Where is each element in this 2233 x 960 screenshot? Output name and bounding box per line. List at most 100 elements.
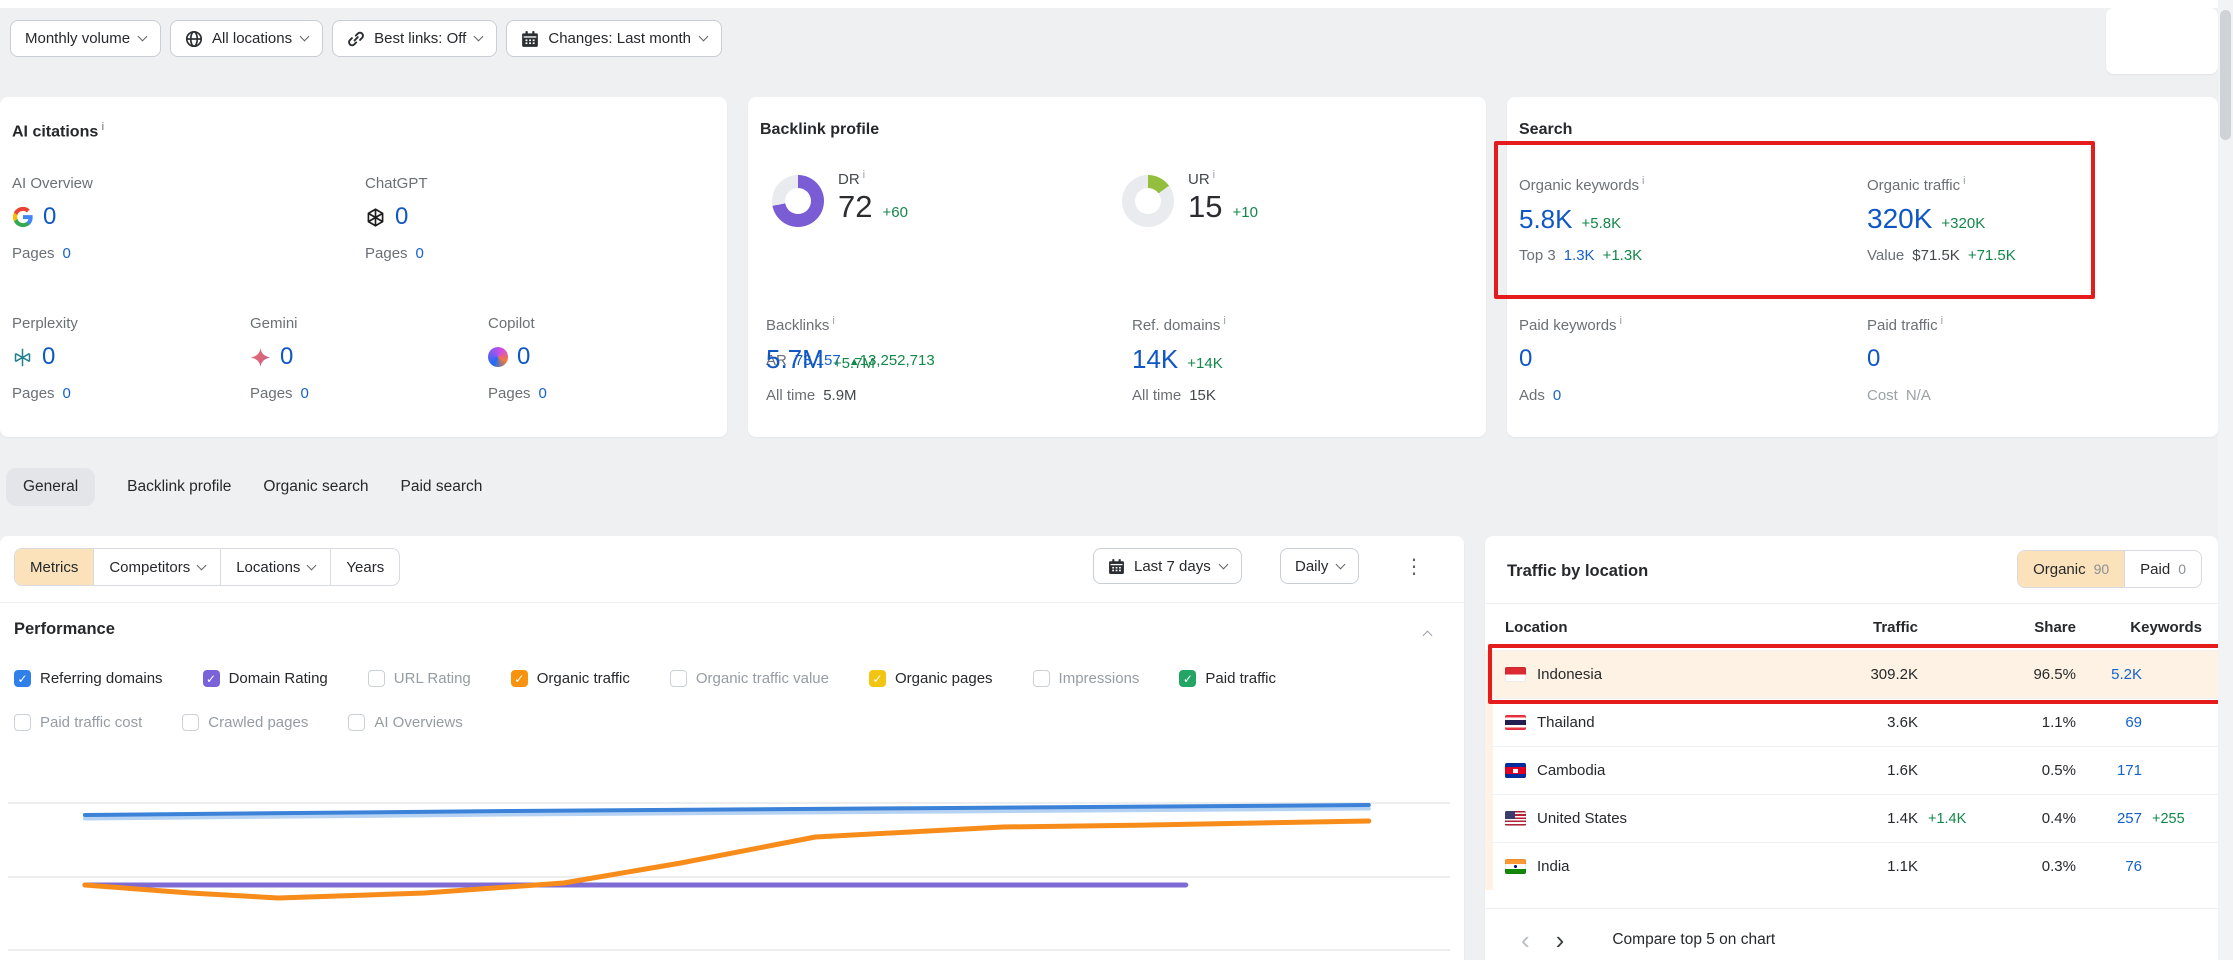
chart-controls-seggroup: Metrics Competitors Locations Years [14,548,400,586]
metric-ai-overviews[interactable]: AI Overviews [348,714,462,731]
info-icon[interactable]: i [1941,315,1943,327]
organic-keywords-delta: +5.8K [1582,215,1622,232]
metric-organic-traffic[interactable]: ✓Organic traffic [511,670,630,687]
compare-top5-label[interactable]: Compare top 5 on chart [1612,931,1775,949]
ads-value-link[interactable]: 0 [1553,387,1561,404]
organic-keywords-value[interactable]: 5.8K [1519,204,1573,234]
chevron-down-icon [197,560,207,570]
tab-backlink-profile[interactable]: Backlink profile [127,468,231,506]
ref-domains-value[interactable]: 14K [1132,344,1178,374]
metric-domain-rating[interactable]: ✓Domain Rating [203,670,328,687]
dr-donut-chart [772,175,824,227]
organic-toggle[interactable]: Organic90 [2018,551,2124,587]
info-icon[interactable]: i [1642,175,1644,187]
keywords-link[interactable]: 171 [2076,762,2142,779]
prev-page-arrow[interactable]: ‹ [1521,927,1530,953]
info-icon[interactable]: i [101,121,104,133]
metric-impressions[interactable]: Impressions [1033,670,1140,687]
pages-value-link[interactable]: 0 [63,385,71,402]
globe-icon [185,30,203,48]
keywords-link[interactable]: 257 [2076,810,2142,827]
date-range-label: Last 7 days [1134,558,1211,575]
metric-paid-traffic-cost[interactable]: Paid traffic cost [14,714,142,731]
pages-value-link[interactable]: 0 [301,385,309,402]
organic-traffic-delta: +320K [1941,215,1985,232]
checkbox: ✓ [14,670,31,687]
share-column-header[interactable]: Share [1980,619,2076,636]
keywords-column-header[interactable]: Keywords [2076,619,2202,636]
value-amount: $71.5K [1912,247,1960,264]
chevron-down-icon [138,32,148,42]
table-row-india[interactable]: India 1.1K 0.3% 76 [1485,842,2218,890]
keywords-link[interactable]: 5.2K [2076,666,2142,683]
info-icon[interactable]: i [1620,315,1622,327]
gemini-icon [250,347,271,368]
metric-referring-domains[interactable]: ✓Referring domains [14,670,163,687]
locations-filter[interactable]: All locations [170,20,323,57]
table-row-united-states[interactable]: United States 1.4K +1.4K 0.4% 257 +255 [1485,794,2218,842]
traffic-value: 1.6K [1818,762,1918,779]
vertical-scrollbar[interactable] [2218,0,2233,960]
info-icon[interactable]: i [1963,175,1965,187]
flag-thailand-icon [1505,715,1526,730]
best-links-filter[interactable]: Best links: Off [332,20,497,57]
next-page-arrow[interactable]: › [1556,927,1565,953]
checkbox: ✓ [869,670,886,687]
pages-value-link[interactable]: 0 [63,245,71,262]
top3-value-link[interactable]: 1.3K [1564,247,1595,264]
metric-url-rating[interactable]: URL Rating [368,670,471,687]
collapse-chevron-icon[interactable] [1423,631,1433,641]
info-icon[interactable]: i [863,169,865,181]
metrics-segment[interactable]: Metrics [15,549,93,585]
filters-toolbar: Monthly volume All locations Best links:… [10,20,722,57]
tab-general[interactable]: General [6,468,95,506]
kebab-menu-icon[interactable]: ⋮ [1404,554,1424,579]
ref-domains-delta: +14K [1187,355,1222,372]
organic-keywords-block: Organic keywordsi 5.8K +5.8K Top 3 1.3K … [1519,175,1645,264]
location-column-header[interactable]: Location [1505,619,1818,636]
backlink-profile-card: Backlink profile DRi 72 +60 AR 73,157 ▲1… [748,97,1486,437]
date-range-button[interactable]: Last 7 days [1093,548,1242,584]
paid-toggle[interactable]: Paid0 [2124,551,2201,587]
pages-value-link[interactable]: 0 [416,245,424,262]
info-icon[interactable]: i [1223,315,1225,327]
metric-paid-traffic[interactable]: ✓Paid traffic [1179,670,1276,687]
info-icon[interactable]: i [1213,169,1215,181]
tab-paid-search[interactable]: Paid search [401,468,483,506]
copilot-icon [488,347,508,367]
granularity-label: Daily [1295,558,1328,575]
checkbox: ✓ [1179,670,1196,687]
share-value: 0.3% [1980,858,2076,875]
gemini-label: Gemini [250,315,309,332]
backlinks-value[interactable]: 5.7M [766,344,824,374]
keywords-link[interactable]: 76 [2076,858,2142,875]
performance-card: Metrics Competitors Locations Years Last… [0,536,1464,960]
granularity-button[interactable]: Daily [1280,548,1359,584]
divider [0,602,1464,603]
location-table-header: Location Traffic Share Keywords [1485,603,2218,650]
top-strip [0,0,2233,8]
pages-value-link[interactable]: 0 [539,385,547,402]
checkbox [14,714,31,731]
traffic-value: 1.4K [1818,810,1918,827]
share-value: 1.1% [1980,714,2076,731]
table-row-indonesia[interactable]: Indonesia 309.2K 96.5% 5.2K [1485,650,2218,698]
years-segment[interactable]: Years [330,549,399,585]
changes-filter[interactable]: Changes: Last month [506,20,722,57]
paid-keywords-block: Paid keywordsi 0 Ads0 [1519,315,1622,404]
scrollbar-thumb[interactable] [2220,10,2231,140]
competitors-segment[interactable]: Competitors [93,549,220,585]
alltime-label: All time [1132,387,1181,404]
metric-organic-traffic-value[interactable]: Organic traffic value [670,670,829,687]
keywords-link[interactable]: 69 [2076,714,2142,731]
table-row-thailand[interactable]: Thailand 3.6K 1.1% 69 [1485,698,2218,746]
info-icon[interactable]: i [832,315,834,327]
monthly-volume-filter[interactable]: Monthly volume [10,20,161,57]
traffic-column-header[interactable]: Traffic [1818,619,1918,636]
locations-segment[interactable]: Locations [220,549,330,585]
tab-organic-search[interactable]: Organic search [263,468,368,506]
metric-organic-pages[interactable]: ✓Organic pages [869,670,993,687]
organic-traffic-value[interactable]: 320K [1867,204,1932,234]
table-row-cambodia[interactable]: Cambodia 1.6K 0.5% 171 [1485,746,2218,794]
metric-crawled-pages[interactable]: Crawled pages [182,714,308,731]
